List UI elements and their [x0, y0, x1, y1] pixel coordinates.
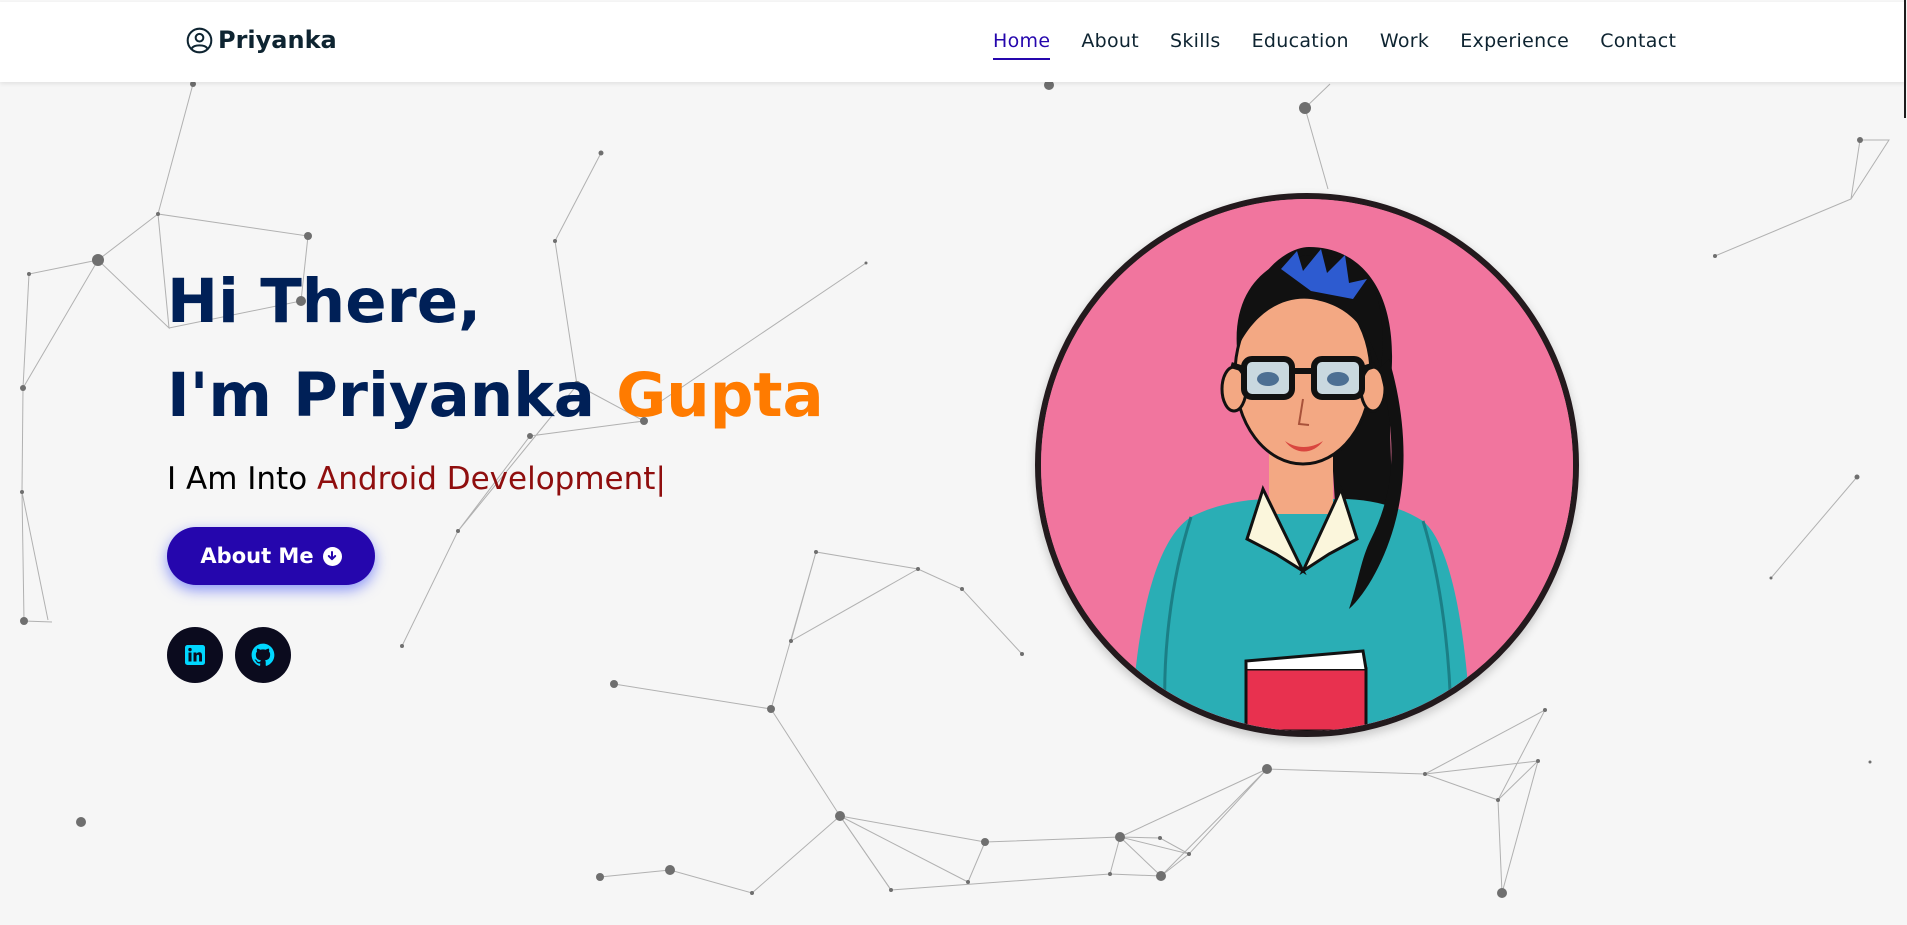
hero-section: Hi There, I'm Priyanka Gupta I Am Into A…: [167, 255, 824, 683]
profile-portrait: [1035, 193, 1579, 737]
nav-experience[interactable]: Experience: [1460, 30, 1569, 60]
linkedin-icon: [185, 645, 205, 665]
arrow-circle-down-icon: [322, 546, 342, 566]
linkedin-link[interactable]: [167, 627, 223, 683]
woman-avatar-illustration: [1041, 199, 1573, 731]
user-circle-icon: [186, 27, 213, 53]
navbar: Priyanka Home About Skills Education Wor…: [0, 2, 1905, 82]
name-first: I'm Priyanka: [167, 360, 595, 431]
main-nav: Home About Skills Education Work Experie…: [993, 30, 1707, 60]
typing-prefix: I Am Into: [167, 461, 308, 497]
greeting-line: Hi There,: [167, 266, 482, 337]
about-me-label: About Me: [200, 544, 314, 568]
nav-skills[interactable]: Skills: [1170, 30, 1221, 60]
hero-heading: Hi There, I'm Priyanka Gupta: [167, 255, 824, 443]
typing-text: I Am Into Android Development|: [167, 461, 824, 497]
typed-value: Android Development: [317, 461, 656, 497]
nav-contact[interactable]: Contact: [1600, 30, 1676, 60]
brand-name: Priyanka: [218, 26, 337, 54]
nav-education[interactable]: Education: [1252, 30, 1349, 60]
typing-cursor: |: [655, 461, 666, 497]
scrollbar-edge: [1904, 0, 1906, 118]
github-icon: [251, 643, 275, 666]
brand-logo[interactable]: Priyanka: [186, 26, 337, 54]
about-me-button[interactable]: About Me: [167, 527, 375, 585]
name-last: Gupta: [616, 360, 824, 431]
nav-work[interactable]: Work: [1380, 30, 1429, 60]
social-links: [167, 627, 824, 683]
github-link[interactable]: [235, 627, 291, 683]
nav-about[interactable]: About: [1081, 30, 1139, 60]
nav-home[interactable]: Home: [993, 30, 1051, 60]
